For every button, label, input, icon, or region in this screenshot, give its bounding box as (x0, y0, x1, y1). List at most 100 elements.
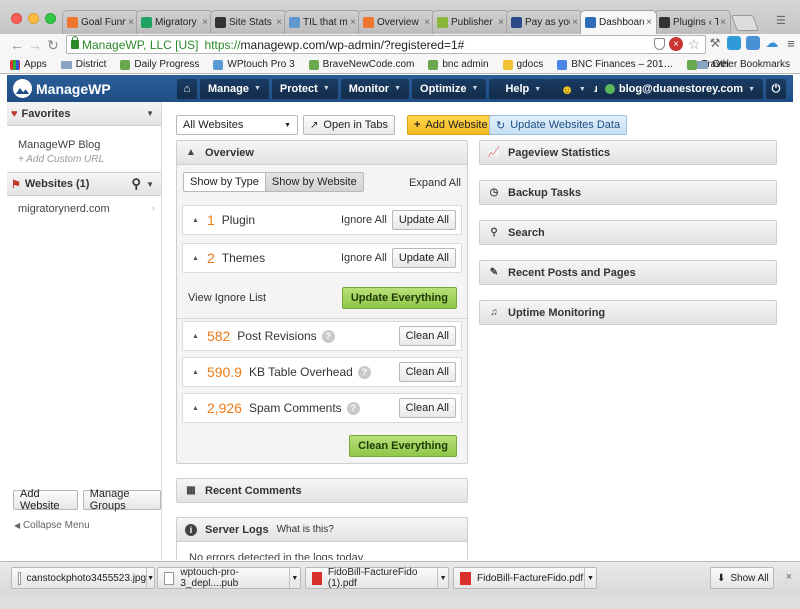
expand-all-link[interactable]: Expand All (409, 177, 461, 189)
tab-close-icon[interactable]: × (202, 17, 208, 28)
websites-header[interactable]: ⚑ Websites (1) ⚲ ▼ (7, 172, 161, 196)
browser-tab[interactable]: Pay as you × (506, 10, 583, 34)
bookmark-item[interactable]: Daily Progress (120, 59, 199, 70)
bookmark-item[interactable]: BNC Finances – 201… (557, 59, 673, 70)
chevron-down-icon[interactable]: ▼ (146, 109, 154, 118)
star-bookmark-icon[interactable]: ☆ (687, 36, 701, 52)
browser-tab[interactable]: Publisher × (432, 10, 509, 34)
tab-close-icon[interactable]: × (276, 17, 282, 28)
clean-all-button[interactable]: Clean All (398, 326, 456, 346)
tab-close-icon[interactable]: × (350, 17, 356, 28)
bookmarks-extension-icon[interactable] (746, 36, 760, 50)
managewp-logo[interactable]: ManageWP (13, 79, 177, 98)
update-all-button[interactable]: Update All (391, 210, 456, 230)
browser-tab[interactable]: Goal Funn × (62, 10, 139, 34)
plugin-updates-row[interactable]: ▲ 1 Plugin Ignore All Update All (182, 205, 462, 235)
help-icon[interactable]: ? (346, 401, 360, 415)
blocked-icon[interactable]: × (669, 37, 683, 51)
bookmark-item[interactable]: gdocs (502, 59, 543, 70)
menu-optimize[interactable]: Optimize ▼ (412, 78, 487, 99)
spam-comments-row[interactable]: ▲ 2,926 Spam Comments ? Clean All (182, 393, 462, 423)
home-button[interactable]: ⌂ (177, 78, 197, 99)
recent-comments-panel[interactable]: ▦ Recent Comments (176, 478, 468, 503)
show-by-website-tab[interactable]: Show by Website (265, 172, 364, 192)
manage-groups-button[interactable]: Manage Groups (82, 488, 161, 512)
ignore-all-link[interactable]: Ignore All (341, 252, 387, 264)
cloud-icon[interactable]: ☁ (765, 35, 779, 50)
favorites-header[interactable]: ♥ Favorites ▼ (7, 102, 161, 126)
forward-arrow-icon[interactable]: → (26, 36, 44, 54)
update-everything-button[interactable]: Update Everything (341, 287, 457, 309)
help-icon[interactable]: ? (321, 329, 335, 343)
user-profile-icon[interactable]: ☰ (776, 14, 790, 27)
clean-all-button[interactable]: Clean All (398, 398, 456, 418)
theme-updates-row[interactable]: ▲ 2 Themes Ignore All Update All (182, 243, 462, 273)
shield-icon[interactable] (654, 38, 665, 50)
uptime-monitoring-panel[interactable]: ♫ Uptime Monitoring (479, 300, 777, 325)
browser-tab[interactable]: Plugins ‹ T × (654, 10, 731, 34)
ignore-all-link[interactable]: Ignore All (341, 214, 387, 226)
table-overhead-row[interactable]: ▲ 590.9 KB Table Overhead ? Clean All (182, 357, 462, 387)
other-bookmarks[interactable]: Other Bookmarks (697, 59, 790, 70)
help-icon[interactable]: ? (357, 365, 371, 379)
recent-posts-panel[interactable]: ✎ Recent Posts and Pages (479, 260, 777, 285)
power-button[interactable]: ⏻ (766, 79, 786, 99)
minimize-window-button[interactable] (28, 13, 39, 24)
bookmark-item[interactable]: BraveNewCode.com (308, 59, 414, 70)
show-all-downloads-button[interactable]: ⬇ Show All (710, 567, 774, 589)
search-panel[interactable]: ⚲ Search (479, 220, 777, 245)
what-is-this-link[interactable]: What is this? (277, 524, 334, 535)
menu-monitor[interactable]: Monitor ▼ (340, 78, 410, 99)
zoom-window-button[interactable] (45, 13, 56, 24)
download-item[interactable]: FidoBill-FactureFido (1).pdf ▼ (305, 567, 449, 589)
bookmark-item[interactable]: District (60, 59, 106, 70)
post-revisions-row[interactable]: ▲ 582 Post Revisions ? Clean All (182, 321, 462, 351)
bookmark-item[interactable]: bnc admin (428, 59, 489, 70)
tab-close-icon[interactable]: × (572, 17, 578, 28)
add-website-button[interactable]: Add Website (13, 488, 78, 512)
menu-icon[interactable]: ≡ (784, 36, 798, 51)
view-ignore-list-link[interactable]: View Ignore List (188, 292, 266, 304)
browser-tab[interactable]: Migratory × (136, 10, 213, 34)
favorite-item[interactable]: ManageWP Blog (7, 136, 161, 154)
reload-icon[interactable]: ↻ (44, 36, 62, 54)
tab-close-icon[interactable]: × (720, 17, 726, 28)
chevron-down-icon[interactable]: ▼ (146, 568, 154, 588)
chevron-down-icon[interactable]: ▼ (584, 568, 596, 588)
close-downloads-icon[interactable]: × (786, 571, 792, 583)
browser-tab[interactable]: Dashboard × (580, 10, 657, 34)
download-item[interactable]: FidoBill-FactureFido.pdf ▼ (453, 567, 597, 589)
collapse-menu-link[interactable]: ◀ Collapse Menu (14, 520, 90, 531)
chevron-down-icon[interactable]: ▼ (146, 180, 154, 189)
browser-tab[interactable]: Site Stats × (210, 10, 287, 34)
clean-all-button[interactable]: Clean All (398, 362, 456, 382)
add-custom-url-link[interactable]: + Add Custom URL (7, 154, 161, 165)
smiley-menu[interactable]: ☻ ▼ (552, 79, 594, 99)
menu-manage[interactable]: Manage ▼ (200, 78, 269, 99)
help-menu[interactable]: Help ▼ (497, 79, 550, 99)
new-tab-button[interactable] (731, 15, 759, 31)
download-item[interactable]: canstockphoto3455523.jpg ▼ (11, 567, 155, 589)
tab-close-icon[interactable]: × (498, 17, 504, 28)
back-arrow-icon[interactable]: ← (8, 36, 26, 54)
close-window-button[interactable] (11, 13, 22, 24)
address-bar[interactable]: ManageWP, LLC [US] https://managewp.com/… (66, 35, 706, 54)
tab-close-icon[interactable]: × (424, 17, 430, 28)
open-in-tabs-button[interactable]: ↗ Open in Tabs (303, 115, 396, 135)
chevron-down-icon[interactable]: ▼ (437, 568, 448, 588)
pageview-statistics-panel[interactable]: 📈 Pageview Statistics (479, 140, 777, 165)
update-websites-data-button[interactable]: ↻ Update Websites Data (489, 115, 628, 135)
server-logs-header[interactable]: i Server Logs What is this? (176, 517, 468, 542)
bookmark-item[interactable]: WPtouch Pro 3 (213, 59, 295, 70)
search-icon[interactable]: ⚲ (131, 176, 141, 192)
browser-tab[interactable]: Overview × (358, 10, 435, 34)
apps-bookmark[interactable]: Apps (10, 59, 47, 70)
wrench-icon[interactable]: ⚒ (708, 36, 722, 50)
show-by-type-tab[interactable]: Show by Type (183, 172, 266, 192)
tab-close-icon[interactable]: × (646, 17, 652, 28)
website-select[interactable]: All Websites ▼ (176, 115, 298, 135)
tab-close-icon[interactable]: × (128, 17, 134, 28)
add-website-button[interactable]: + Add Website (407, 115, 495, 135)
chevron-down-icon[interactable]: ▼ (288, 568, 300, 588)
backup-tasks-panel[interactable]: ◷ Backup Tasks (479, 180, 777, 205)
